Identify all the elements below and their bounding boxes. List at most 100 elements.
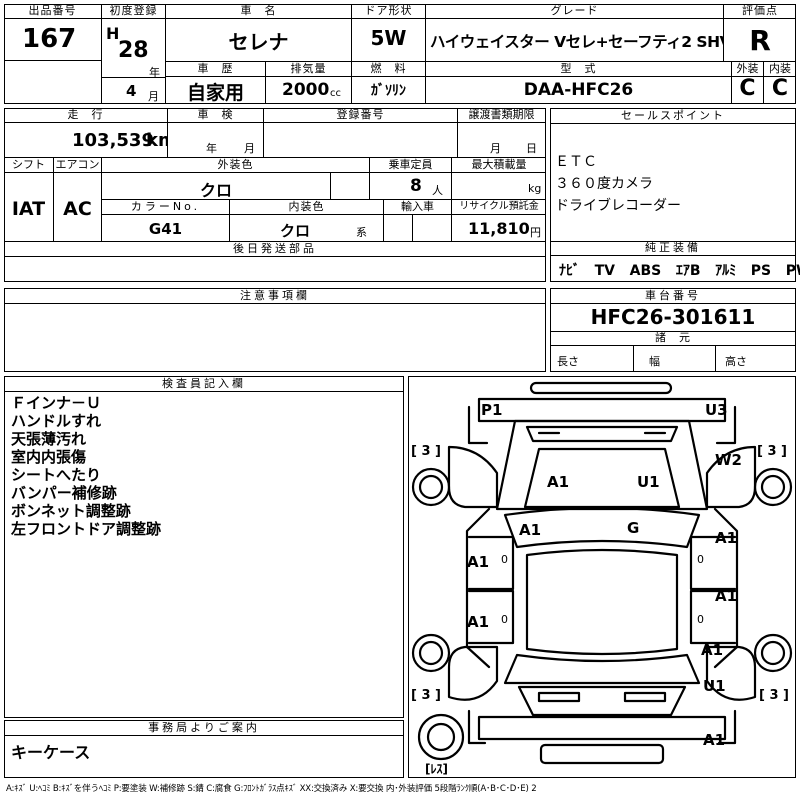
office-label: 事務局よりご案内 [5,721,403,736]
height-label: 高さ [725,355,747,368]
displacement-value: 2000 [282,80,330,100]
roof [525,548,679,656]
sales-line-1: ＥＴＣ [555,154,597,170]
legend-text: A:ｷｽﾞ U:ﾍｺﾐ B:ｷｽﾞを伴うﾍｺﾐ P:要塗装 W:補修跡 S:錆 … [6,784,537,794]
month-unit: 月 [148,90,159,103]
recycle-value: 11,810 [468,219,530,238]
mark-a1-right-rear-door: A1 [715,587,737,605]
mark-a1-right-rear: A1 [701,641,723,659]
inspector-line: ボンネット調整跡 [11,502,131,520]
inspection-year-unit: 年 [206,142,217,155]
car-name-cell: 車 名 セレナ [166,4,352,62]
model-value: DAA-HFC26 [523,80,634,100]
inspector-line: シートへたり [11,466,102,484]
colorno-cell: カラーNo. G41 [102,200,230,242]
rear-step [539,743,665,765]
inspector-block: 検査員記入欄 Ｆインナ－Ｕ ハンドルすれ 天張薄汚れ 室内内張傷 シートへたり … [4,376,404,718]
tire-mark-rear-left: [ 3 ] [411,688,441,703]
interior-cell: 内装 C [764,62,796,104]
wheel-front-right [753,467,793,507]
history-cell: 車 歴 自家用 [166,62,266,104]
mark-u3: U3 [705,401,728,419]
inspector-line: バンパー補修跡 [11,484,117,502]
length-label: 長さ [557,355,579,368]
chassis-label: 車台番号 [551,289,795,304]
tail-lamp-left [537,691,581,703]
load-label: 最大積載量 [452,158,546,173]
inspection-label: 車 検 [168,108,263,123]
capacity-cell: 乗車定員 8 人 [370,158,452,200]
front-corners [467,405,737,445]
office-value: キーケース [11,743,91,762]
car-name-label: 車 名 [166,4,351,19]
fuel-value: ｶﾞｿﾘﾝ [371,83,406,99]
left-rear-fender [447,645,499,701]
grade-value: ハイウェイスター Vセレ+セーフティ2 SHV [430,33,724,51]
first-reg-label: 初度登録 [102,4,165,19]
tire-mark-rear-right: [ 3 ] [759,688,789,703]
mileage-value: 103,539 [72,130,154,151]
year-value: 28 [118,38,149,63]
load-unit: kg [528,182,542,195]
mileage-cell: 走 行 103,539 km [4,108,168,158]
tire-mark-front-right: [ 3 ] [757,444,787,459]
capacity-unit: 人 [432,184,443,197]
intcolor-unit: 系 [356,226,367,239]
shift-value: IAT [11,198,46,220]
lot-cell: 出品番号 167 [4,4,102,104]
history-label: 車 歴 [166,62,265,77]
caution-label: 注意事項欄 [5,289,545,304]
sales-label: セールスポイント [551,109,795,124]
zero-mark: 0 [697,613,704,626]
month-value: 4 [126,82,137,100]
exterior-value: C [739,76,756,101]
transfer-label: 譲渡書類期限 [458,108,545,123]
fuel-cell: 燃 料 ｶﾞｿﾘﾝ [352,62,426,104]
model-label: 型 式 [426,62,731,77]
front-bumper [477,397,727,423]
mark-a1-left-front-door: A1 [467,553,489,571]
sales-block: セールスポイント ＥＴＣ ３６０度カメラ ドライブレコーダー 純正装備 ﾅﾋﾞ … [550,108,800,282]
rear-bumper [477,715,727,741]
intcolor-label: 内装色 [230,200,383,215]
score-label: 評価点 [724,4,796,19]
tail-lamp-right [623,691,667,703]
equip-ps: PS [750,263,772,279]
regnum-label: 登録番号 [264,108,457,123]
door-value: 5W [370,26,407,50]
color-label: 外装色 [102,158,369,173]
grade-cell: グレード ハイウェイスター Vセレ+セーフティ2 SHV [426,4,724,62]
grade-label: グレード [426,4,723,19]
history-value: 自家用 [186,82,244,104]
exterior-cell: 外装 C [732,62,764,104]
zero-mark: 0 [501,553,508,566]
mileage-unit: km [146,130,167,151]
tire-mark-front-left: [ 3 ] [411,444,441,459]
intcolor-value: クロ [279,222,310,240]
rear-window [503,653,701,685]
wheel-rear-right [753,633,793,673]
width-label: 幅 [649,355,660,368]
score-value: R [749,24,771,57]
ac-label: エアコン [54,158,101,173]
door-label: ドア形状 [352,4,425,19]
inspector-line: ハンドルすれ [11,412,102,430]
inspector-line: 室内内張傷 [11,448,87,466]
mileage-label: 走 行 [4,108,167,123]
lot-label: 出品番号 [4,4,101,19]
equip-pw: PW [785,263,800,279]
inspector-lines: Ｆインナ－Ｕ ハンドルすれ 天張薄汚れ 室内内張傷 シートへたり バンパー補修跡… [5,394,161,538]
door-cell: ドア形状 5W [352,4,426,62]
zero-mark: 0 [501,613,508,626]
ac-value: AC [63,198,92,220]
interior-label: 内装 [764,62,796,77]
chassis-block: 車台番号 HFC26-301611 諸 元 長さ 幅 高さ [550,288,796,372]
mark-a1-hood-left: A1 [547,473,569,491]
import-cell: 輸入車 [384,200,452,242]
car-diagram-block: P1 U3 W2 A1 U1 A1 G A1 A1 A1 A1 A1 U1 A1… [408,376,796,778]
equip-tv: TV [594,263,616,279]
exterior-label: 外装 [732,62,763,77]
mark-a1-right-front-door: A1 [715,529,737,547]
mark-a1-left-rear-door: A1 [467,613,489,631]
recycle-unit: 円 [530,226,541,239]
